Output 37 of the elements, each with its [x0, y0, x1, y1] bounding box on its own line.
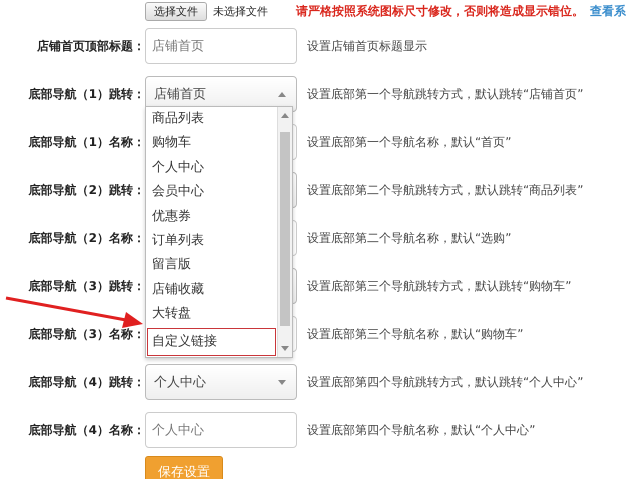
- dropdown-option[interactable]: 会员中心: [146, 180, 277, 205]
- dropdown-option[interactable]: 订单列表: [146, 228, 277, 254]
- field-label: 底部导航（1）名称：: [28, 134, 145, 150]
- dropdown-option[interactable]: 个人中心: [146, 156, 277, 180]
- field-hint: 设置底部第三个导航名称，默认“购物车”: [307, 326, 524, 342]
- field-label: 底部导航（2）跳转：: [28, 182, 145, 198]
- dropdown-option[interactable]: 店铺收藏: [146, 278, 277, 302]
- warning-text: 请严格按照系统图标尺寸修改，否则将造成显示错位。: [296, 2, 584, 20]
- field-label: 店铺首页顶部标题：: [36, 38, 145, 54]
- field-hint: 设置底部第四个导航名称，默认“个人中心”: [307, 422, 536, 438]
- field-label: 底部导航（2）名称：: [28, 230, 145, 246]
- up-caret-icon: [278, 92, 286, 96]
- field-hint: 设置底部第二个导航跳转方式，默认跳转“商品列表”: [307, 182, 584, 198]
- file-status: 未选择文件: [213, 4, 268, 18]
- dropdown-option[interactable]: 优惠券: [146, 204, 277, 229]
- text-field[interactable]: 店铺首页: [145, 28, 297, 64]
- choose-file-button[interactable]: 选择文件: [145, 2, 207, 20]
- dropdown-option[interactable]: 购物车: [146, 131, 277, 156]
- dropdown-select[interactable]: 个人中心: [145, 364, 297, 400]
- field-hint: 设置底部第二个导航名称，默认“选购”: [307, 230, 512, 246]
- dropdown-option[interactable]: 留言版: [146, 253, 277, 278]
- field-label: 底部导航（4）名称：: [28, 422, 145, 438]
- down-caret-icon: [278, 380, 286, 384]
- field-hint: 设置店铺首页标题显示: [307, 38, 427, 54]
- field-label: 底部导航（1）跳转：: [28, 86, 145, 102]
- field-hint: 设置底部第三个导航跳转方式，默认跳转“购物车”: [307, 278, 572, 294]
- text-field[interactable]: 个人中心: [145, 412, 297, 448]
- field-hint: 设置底部第四个导航跳转方式，默认跳转“个人中心”: [307, 374, 584, 390]
- dropdown-option[interactable]: 大转盘: [146, 302, 277, 327]
- field-hint: 设置底部第一个导航名称，默认“首页”: [307, 134, 512, 150]
- scrollbar[interactable]: [277, 107, 292, 357]
- field-label: 底部导航（3）名称：: [28, 326, 145, 342]
- field-label: 底部导航（3）跳转：: [28, 278, 145, 294]
- field-label: 底部导航（4）跳转：: [28, 374, 145, 390]
- dropdown-option[interactable]: 自定义链接: [146, 326, 277, 357]
- field-hint: 设置底部第一个导航跳转方式，默认跳转“店铺首页”: [307, 86, 584, 102]
- view-link[interactable]: 查看系: [590, 2, 626, 20]
